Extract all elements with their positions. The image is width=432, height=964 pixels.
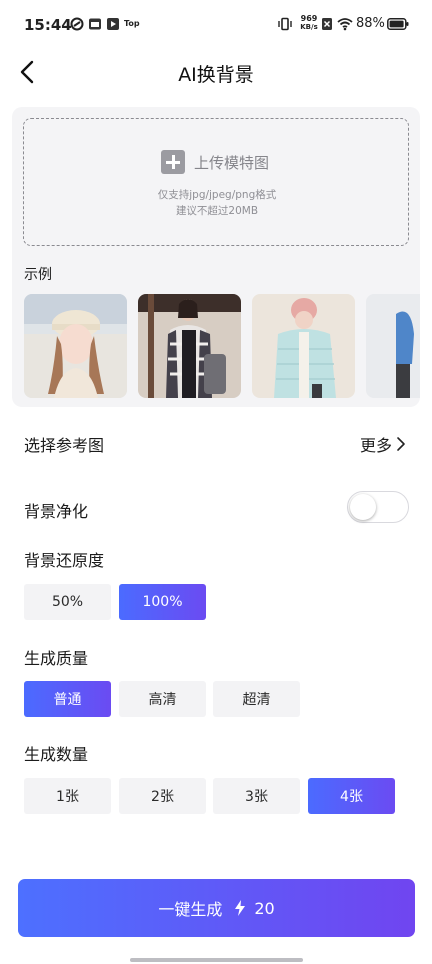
calendar-app-icon (89, 18, 101, 30)
sync-app-icon (70, 17, 84, 31)
more-label: 更多 (359, 436, 392, 455)
status-bar: 15:44 Top 969 KB/s 88% (0, 0, 432, 52)
quality-option-ultra-hd[interactable]: 超清 (213, 681, 300, 717)
count-option-1[interactable]: 1张 (24, 778, 111, 814)
more-button[interactable]: 更多 (360, 432, 406, 456)
example-image-1[interactable] (24, 294, 127, 398)
generate-cost: 20 (254, 898, 275, 918)
no-sim-icon (322, 18, 332, 30)
top-app-icon: Top (124, 19, 140, 28)
purify-toggle[interactable] (347, 491, 409, 523)
vibrate-icon (278, 17, 292, 31)
upload-dropzone[interactable]: 上传模特图 仅支持jpg/jpeg/png格式 建议不超过20MB (23, 118, 409, 246)
toggle-knob (350, 493, 376, 520)
network-speed: 969 KB/s (300, 14, 318, 32)
battery-percent: 88% (356, 16, 385, 31)
upload-label: 上传模特图 (194, 154, 270, 172)
upload-card: 上传模特图 仅支持jpg/jpeg/png格式 建议不超过20MB 示例 (12, 107, 420, 407)
quality-option-hd[interactable]: 高清 (119, 681, 206, 717)
battery-icon (387, 18, 409, 30)
play-app-icon (107, 18, 119, 30)
count-option-3[interactable]: 3张 (213, 778, 300, 814)
upload-format-hint: 仅支持jpg/jpeg/png格式 (157, 189, 277, 201)
upload-size-hint: 建议不超过20MB (175, 205, 259, 217)
count-option-4[interactable]: 4张 (308, 778, 395, 814)
count-option-2[interactable]: 2张 (119, 778, 206, 814)
chevron-right-icon (397, 437, 405, 451)
wifi-icon (337, 18, 353, 31)
examples-label: 示例 (24, 267, 52, 283)
example-image-4[interactable] (366, 294, 420, 398)
lightning-icon (235, 900, 246, 916)
restore-label: 背景还原度 (24, 551, 105, 570)
purify-label: 背景净化 (24, 502, 89, 521)
page-title: AI换背景 (178, 64, 254, 86)
quality-option-normal[interactable]: 普通 (24, 681, 111, 717)
quality-label: 生成质量 (24, 649, 89, 668)
status-time: 15:44 (24, 16, 72, 34)
example-gallery (24, 294, 420, 398)
count-label: 生成数量 (24, 745, 89, 764)
example-image-3[interactable] (252, 294, 355, 398)
restore-option-50[interactable]: 50% (24, 584, 111, 620)
plus-icon (161, 150, 185, 174)
example-image-2[interactable] (138, 294, 241, 398)
header: AI换背景 (0, 52, 432, 92)
generate-button[interactable]: 一键生成 20 (18, 879, 415, 937)
reference-label: 选择参考图 (24, 436, 105, 455)
home-indicator (130, 958, 303, 962)
restore-option-100[interactable]: 100% (119, 584, 206, 620)
generate-label: 一键生成 (158, 900, 223, 919)
